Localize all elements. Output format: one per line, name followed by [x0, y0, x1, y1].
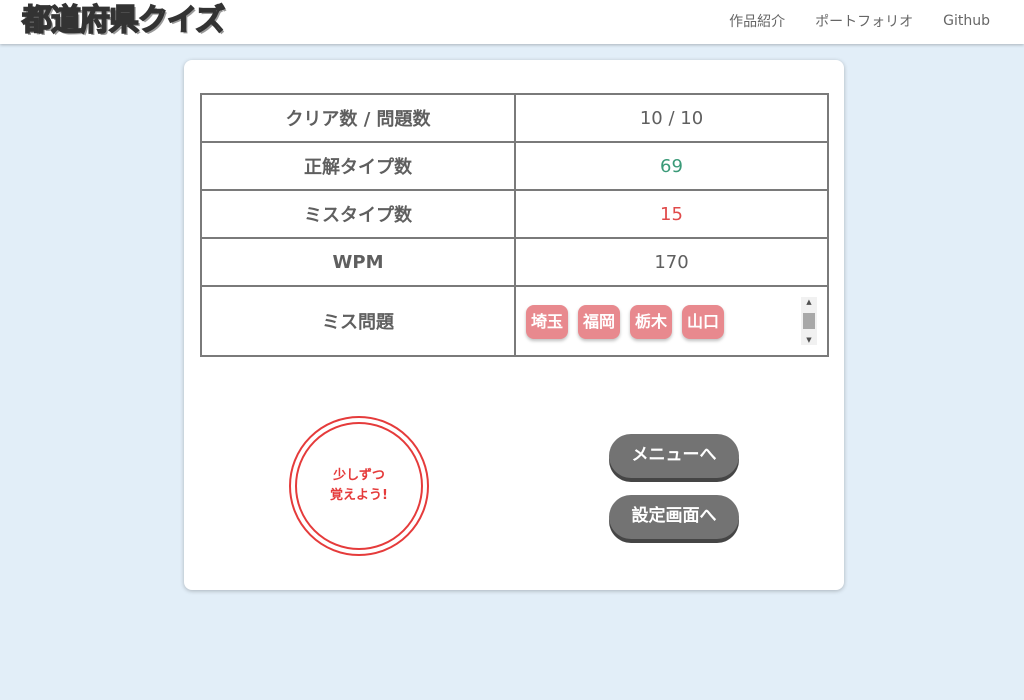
- stamp-line-1: 少しずつ: [333, 468, 385, 483]
- encouragement-stamp: 少しずつ 覚えよう!: [289, 416, 429, 556]
- site-logo[interactable]: 都道府県クイズ: [21, 2, 226, 40]
- logo-accent: 道: [50, 2, 82, 39]
- scroll-down-arrow-icon[interactable]: ▼: [801, 335, 817, 345]
- stamp-line-2: 覚えよう!: [330, 488, 388, 503]
- correct-types-label: 正解タイプ数: [200, 141, 516, 191]
- table-row: 正解タイプ数 69: [200, 141, 829, 191]
- miss-question-list: 埼玉 福岡 栃木 山口: [526, 305, 734, 339]
- table-row: ミス問題 埼玉 福岡 栃木 山口 ▲ ▼: [200, 285, 829, 357]
- miss-question-chip[interactable]: 福岡: [578, 305, 621, 339]
- miss-questions-cell: 埼玉 福岡 栃木 山口 ▲ ▼: [514, 285, 829, 357]
- miss-list-scrollbar[interactable]: ▲ ▼: [801, 297, 817, 345]
- settings-button[interactable]: 設定画面へ: [609, 495, 739, 539]
- correct-types-value: 69: [514, 141, 829, 191]
- scrollbar-thumb[interactable]: [803, 313, 815, 329]
- miss-question-chip[interactable]: 埼玉: [526, 305, 569, 339]
- clear-count-value: 10 / 10: [514, 93, 829, 143]
- table-row: WPM 170: [200, 237, 829, 287]
- table-row: クリア数 / 問題数 10 / 10: [200, 93, 829, 143]
- nav-link-github[interactable]: Github: [943, 13, 990, 29]
- clear-count-label: クリア数 / 問題数: [200, 93, 516, 143]
- result-table: クリア数 / 問題数 10 / 10 正解タイプ数 69 ミスタイプ数 15 W…: [200, 93, 829, 357]
- table-row: ミスタイプ数 15: [200, 189, 829, 239]
- wpm-value: 170: [514, 237, 829, 287]
- miss-question-chip[interactable]: 栃木: [630, 305, 673, 339]
- scroll-up-arrow-icon[interactable]: ▲: [801, 297, 817, 307]
- wpm-label: WPM: [200, 237, 516, 287]
- top-bar: 都道府県クイズ 作品紹介 ポートフォリオ Github: [0, 0, 1024, 44]
- menu-button[interactable]: メニューへ: [609, 434, 739, 478]
- miss-questions-label: ミス問題: [200, 285, 516, 357]
- nav-link-portfolio[interactable]: ポートフォリオ: [815, 11, 913, 31]
- stamp-inner-ring: 少しずつ 覚えよう!: [295, 422, 423, 550]
- logo-suffix: 府県クイズ: [79, 2, 226, 39]
- result-card: クリア数 / 問題数 10 / 10 正解タイプ数 69 ミスタイプ数 15 W…: [184, 60, 844, 590]
- main-nav: 作品紹介 ポートフォリオ Github: [699, 0, 990, 42]
- miss-types-value: 15: [514, 189, 829, 239]
- logo-prefix: 都: [21, 2, 53, 39]
- miss-types-label: ミスタイプ数: [200, 189, 516, 239]
- miss-question-chip[interactable]: 山口: [682, 305, 725, 339]
- nav-link-works[interactable]: 作品紹介: [729, 11, 785, 31]
